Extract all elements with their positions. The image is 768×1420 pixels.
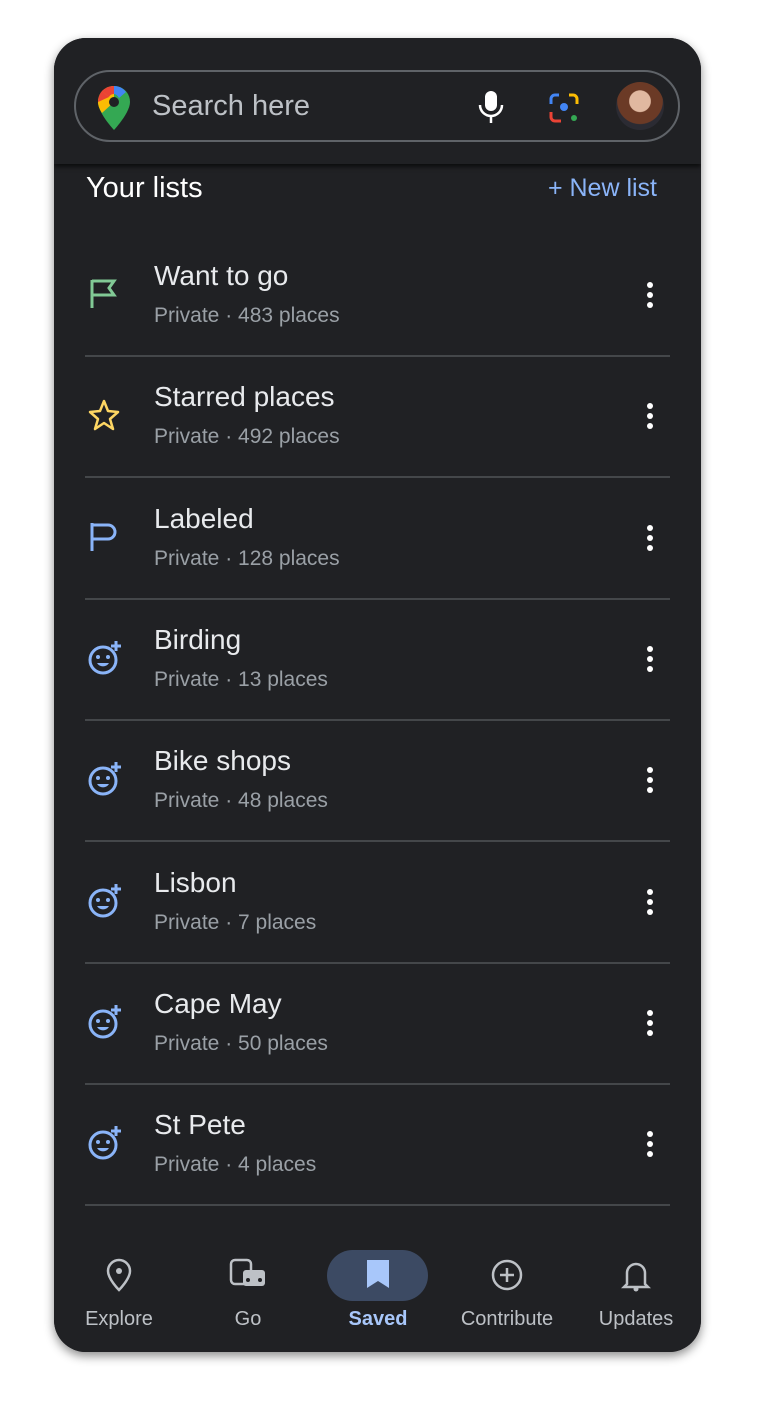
avatar[interactable] [616,82,664,130]
add-circle-icon [491,1259,523,1291]
search-bar[interactable]: Search here [74,70,680,142]
bottom-nav: Explore Go Saved Contribute Updates [54,1240,701,1352]
nav-saved[interactable]: Saved [313,1240,443,1352]
microphone-icon[interactable] [476,90,506,124]
google-maps-logo-icon [98,86,130,130]
nav-go[interactable]: Go [183,1240,313,1352]
more-options-icon[interactable] [640,765,660,795]
commute-icon [229,1258,265,1286]
nav-label: Explore [85,1308,153,1330]
list-title: Bike shops [154,745,291,777]
more-options-icon[interactable] [640,1008,660,1038]
list-item[interactable]: Lisbon Private · 7 places [54,843,701,964]
list-item[interactable]: Labeled Private · 128 places [54,479,701,600]
header: Search here [54,38,701,164]
your-lists-heading: Your lists [86,172,203,204]
add-reaction-icon [88,762,121,796]
new-list-button[interactable]: + New list [548,174,657,203]
list-title: Starred places [154,381,335,413]
divider [85,1204,670,1207]
list-item[interactable]: Cape May Private · 50 places [54,964,701,1085]
list-subtitle: Private · 4 places [154,1153,317,1177]
star-icon [88,400,120,431]
more-options-icon[interactable] [640,280,660,310]
list-subtitle: Private · 13 places [154,667,328,691]
list-item[interactable]: Birding Private · 13 places [54,600,701,721]
nav-label: Go [234,1308,262,1330]
more-options-icon[interactable] [640,523,660,553]
list-subtitle: Private · 483 places [154,304,340,327]
nav-label: Contribute [460,1308,554,1330]
add-reaction-icon [88,883,121,917]
more-options-icon[interactable] [640,644,660,674]
list-item[interactable]: Want to go Private · 483 places [54,236,701,357]
add-reaction-icon [88,640,121,675]
label-flag-icon [90,522,117,551]
list-item[interactable]: St Pete Private · 4 places [54,1085,701,1207]
list-subtitle: Private · 50 places [154,1031,328,1055]
more-options-icon[interactable] [640,887,660,917]
more-options-icon[interactable] [640,1129,660,1159]
more-options-icon[interactable] [640,401,660,431]
bookmark-icon [367,1260,389,1288]
location-pin-icon [106,1258,132,1292]
add-reaction-icon [88,1004,121,1039]
list-title: Birding [154,623,242,655]
add-reaction-icon [88,1126,121,1160]
list-item[interactable]: Bike shops Private · 48 places [54,721,701,843]
app-window: Search here Your lists + New list Want t… [54,38,701,1352]
list-title: St Pete [154,1109,246,1141]
list-title: Labeled [154,502,254,534]
list-title: Lisbon [154,866,237,898]
bell-icon [621,1262,651,1292]
list-subtitle: Private · 492 places [154,425,340,449]
nav-explore[interactable]: Explore [54,1240,184,1352]
google-lens-icon[interactable] [548,92,580,124]
nav-updates[interactable]: Updates [571,1240,701,1352]
list-subtitle: Private · 48 places [154,789,328,813]
nav-label: Saved [348,1308,408,1330]
nav-contribute[interactable]: Contribute [442,1240,572,1352]
list-title: Cape May [154,987,282,1019]
search-input[interactable]: Search here [152,90,310,123]
nav-label: Updates [598,1308,674,1330]
flag-icon [90,279,117,308]
list-subtitle: Private · 128 places [154,546,340,570]
list-item[interactable]: Starred places Private · 492 places [54,357,701,479]
list-subtitle: Private · 7 places [154,910,317,934]
list-title: Want to go [154,260,289,291]
